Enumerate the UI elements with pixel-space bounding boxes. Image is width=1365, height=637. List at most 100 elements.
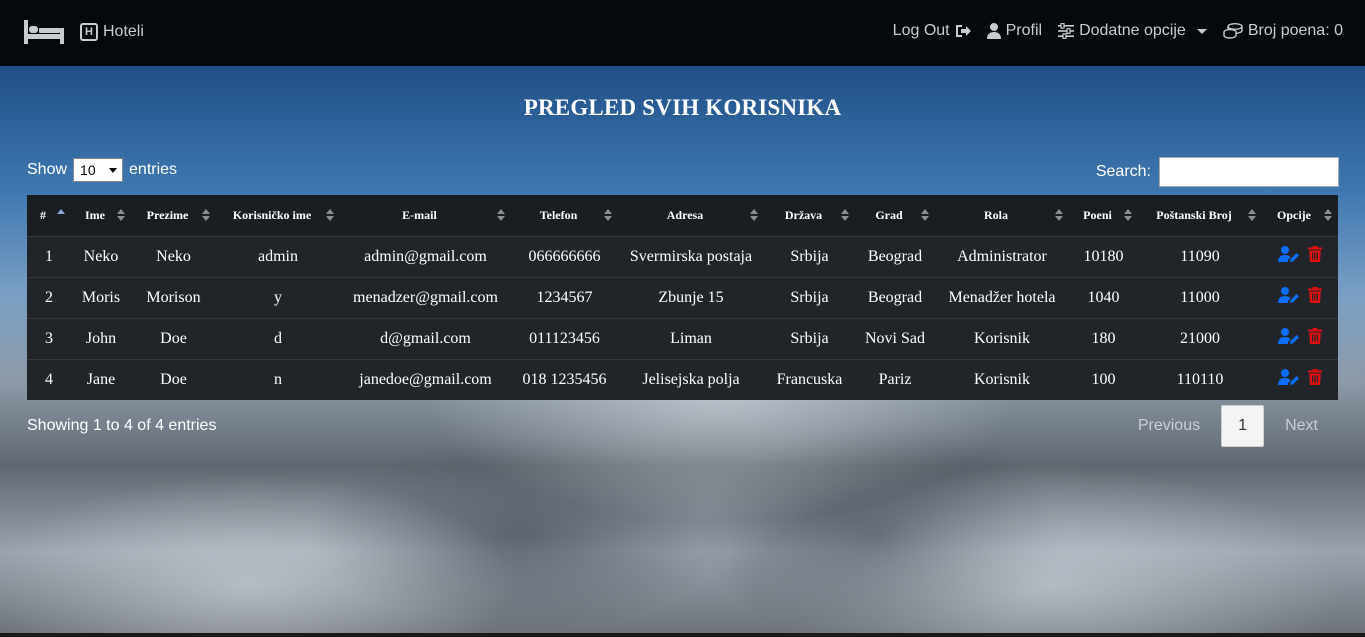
sort-icon [117, 209, 125, 223]
sort-icon [497, 209, 505, 223]
edit-user-icon[interactable] [1278, 328, 1300, 349]
edit-user-icon[interactable] [1278, 246, 1300, 267]
nav-hotels-label: Hoteli [103, 23, 144, 40]
points-link[interactable]: Broj poena: 0 [1223, 22, 1343, 40]
table-cell: janedoe@gmail.com [340, 358, 511, 400]
search-input[interactable] [1159, 157, 1339, 187]
delete-user-icon[interactable] [1308, 369, 1322, 390]
table-cell: d [216, 317, 340, 359]
table-cell: Zbunje 15 [618, 276, 764, 318]
options-cell [1262, 276, 1338, 318]
table-cell: menadzer@gmail.com [340, 276, 511, 318]
edit-user-icon[interactable] [1278, 287, 1300, 308]
column-header[interactable]: Prezime [131, 195, 216, 236]
column-header[interactable]: Grad [855, 195, 935, 236]
table-cell: Jelisejska polja [618, 358, 764, 400]
column-header[interactable]: Opcije [1262, 195, 1338, 236]
table-cell: Beograd [855, 235, 935, 277]
column-header[interactable]: E-mail [340, 195, 511, 236]
table-cell: Morison [131, 276, 216, 318]
user-icon [986, 23, 1001, 39]
table-cell: Administrator [935, 235, 1069, 277]
page-length-control: Show 10 entries [27, 158, 177, 182]
column-header-label: # [40, 207, 46, 222]
column-header[interactable]: Adresa [618, 195, 764, 236]
sort-icon [841, 209, 849, 223]
column-header-label: Prezime [146, 207, 189, 222]
table-row: 3 John Doe d d@gmail.com 011123456 Liman Srbija… [27, 317, 1338, 359]
options-cell [1262, 317, 1338, 359]
table-cell: 018 1235456 [511, 358, 618, 400]
delete-user-icon[interactable] [1308, 246, 1322, 267]
table-cell: Korisnik [935, 317, 1069, 359]
table-row: 2 Moris Morison y menadzer@gmail.com 1234567 Z… [27, 276, 1338, 318]
column-header[interactable]: Korisničko ime [216, 195, 340, 236]
pagination: Previous 1 Next [1117, 405, 1339, 447]
logout-label: Log Out [892, 22, 950, 39]
column-header-label: Rola [984, 207, 1008, 222]
column-header-label: Država [784, 207, 823, 222]
table-cell: Srbija [764, 276, 855, 318]
table-cell: Liman [618, 317, 764, 359]
options-cell [1262, 235, 1338, 277]
column-header[interactable]: # [27, 195, 71, 236]
table-cell: 2 [27, 276, 71, 318]
column-header[interactable]: Poeni [1069, 195, 1138, 236]
table-cell: admin [216, 235, 340, 277]
sort-icon [1055, 209, 1063, 223]
table-cell: Neko [131, 235, 216, 277]
table-cell: 1040 [1069, 276, 1138, 318]
nav-hotels-link[interactable]: H Hoteli [80, 23, 144, 41]
sort-icon [202, 209, 210, 223]
table-cell: admin@gmail.com [340, 235, 511, 277]
table-cell: 21000 [1138, 317, 1262, 359]
table-cell: Srbija [764, 317, 855, 359]
table-cell: Jane [71, 358, 131, 400]
extra-options-dropdown[interactable]: Dodatne opcije [1058, 22, 1207, 40]
edit-user-icon[interactable] [1278, 369, 1300, 390]
logout-link[interactable]: Log Out [893, 22, 971, 40]
column-header-label: Telefon [539, 207, 578, 222]
table-cell: y [216, 276, 340, 318]
delete-user-icon[interactable] [1308, 287, 1322, 308]
table-cell: Pariz [855, 358, 935, 400]
column-header[interactable]: Ime [71, 195, 131, 236]
table-cell: 180 [1069, 317, 1138, 359]
table-cell: 11090 [1138, 235, 1262, 277]
column-header-label: Grad [875, 207, 903, 222]
page-length-value: 10 [80, 162, 96, 178]
points-label: Broj poena: 0 [1247, 22, 1343, 39]
next-button[interactable]: Next [1264, 405, 1339, 447]
table-cell: Doe [131, 317, 216, 359]
table-cell: 11000 [1138, 276, 1262, 318]
search-label: Search: [1095, 163, 1151, 180]
bed-icon[interactable] [24, 20, 64, 44]
table-body: 1 Neko Neko admin admin@gmail.com 066666666 Sv… [27, 235, 1338, 400]
column-header-label: Korisničko ime [232, 207, 312, 222]
navbar: H Hoteli Log Out Profil Dodatne opcije B… [0, 0, 1365, 66]
table-cell: 110110 [1138, 358, 1262, 400]
nav-right: Log Out Profil Dodatne opcije Broj poena… [893, 22, 1343, 40]
page-length-select[interactable]: 10 [73, 158, 124, 182]
column-header[interactable]: Rola [935, 195, 1069, 236]
table-cell: Korisnik [935, 358, 1069, 400]
previous-button[interactable]: Previous [1117, 405, 1221, 447]
table-cell: Srbija [764, 235, 855, 277]
page-title: PREGLED SVIH KORISNIKA [523, 95, 842, 120]
column-header-label: Opcije [1277, 207, 1311, 222]
sort-icon [1124, 209, 1132, 223]
table-info: Showing 1 to 4 of 4 entries [27, 417, 217, 434]
sort-icon [1248, 209, 1256, 223]
sort-icon [604, 209, 612, 223]
page-1-button[interactable]: 1 [1221, 405, 1265, 447]
sort-asc-icon [57, 209, 65, 223]
column-header[interactable]: Telefon [511, 195, 618, 236]
column-header[interactable]: Država [764, 195, 855, 236]
profile-link[interactable]: Profil [986, 22, 1042, 40]
sort-icon [750, 209, 758, 223]
table-cell: n [216, 358, 340, 400]
column-header[interactable]: Poštanski Broj [1138, 195, 1262, 236]
table-cell: Doe [131, 358, 216, 400]
delete-user-icon[interactable] [1308, 328, 1322, 349]
table-cell: 100 [1069, 358, 1138, 400]
